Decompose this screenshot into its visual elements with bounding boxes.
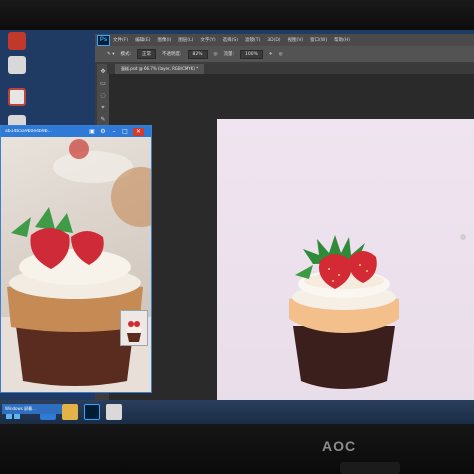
- monitor-bottom-bezel: [0, 424, 474, 474]
- cupcake-wrapper: [293, 326, 395, 389]
- airbrush-icon[interactable]: ✈: [269, 52, 273, 57]
- desktop-icon[interactable]: [4, 56, 30, 74]
- close-icon[interactable]: ✕: [133, 127, 144, 136]
- scroll-indicator[interactable]: [460, 234, 466, 240]
- menu-edit[interactable]: 编辑(E): [135, 37, 150, 43]
- flow-label: 流量:: [223, 52, 235, 57]
- mode-select[interactable]: 正常: [137, 49, 156, 59]
- pin-icon[interactable]: ▣: [88, 128, 96, 136]
- brush-tool-icon[interactable]: ✎: [99, 116, 107, 124]
- document-canvas[interactable]: [217, 119, 474, 419]
- mode-label: 模式:: [120, 52, 131, 57]
- flow-input[interactable]: 100%: [240, 49, 263, 59]
- notification-toast[interactable]: Windows 屏幕...: [2, 404, 62, 414]
- app-icon: [8, 32, 26, 50]
- windows-taskbar: [0, 400, 474, 424]
- photo-of-monitor: Ps 文件(F) 编辑(E) 图像(I) 图层(L) 文字(Y) 选择(S) 滤…: [0, 0, 474, 474]
- desktop-icon[interactable]: [4, 32, 30, 50]
- photo-viewer-window: ab14b5a9b0e4b9b... ▣ ⚙ – □ ✕: [0, 125, 152, 393]
- ps-menubar: Ps 文件(F) 编辑(E) 图像(I) 图层(L) 文字(Y) 选择(S) 滤…: [95, 34, 474, 46]
- menu-filter[interactable]: 滤镜(T): [245, 37, 260, 43]
- menu-help[interactable]: 帮助(H): [334, 37, 350, 43]
- menu-file[interactable]: 文件(F): [113, 37, 128, 43]
- opacity-label: 不透明度:: [162, 52, 182, 57]
- tablet-pressure-icon[interactable]: ◎: [279, 52, 283, 57]
- app-icon: [8, 88, 26, 106]
- cupcake-illustration: [289, 235, 399, 389]
- monitor-stand: [340, 462, 400, 474]
- document-tab[interactable]: 蛋糕.psd @ 66.7% (layer, RGB/CMYK) *: [115, 64, 205, 74]
- app-icon: [8, 56, 26, 74]
- lasso-tool-icon[interactable]: ◌: [99, 92, 107, 100]
- minimize-icon[interactable]: –: [110, 128, 118, 136]
- maximize-icon[interactable]: □: [121, 128, 129, 136]
- monitor-top-bezel: [0, 0, 474, 30]
- settings-icon[interactable]: ⚙: [99, 128, 107, 136]
- move-tool-icon[interactable]: ✥: [99, 68, 107, 76]
- opacity-input[interactable]: 82%: [187, 49, 208, 59]
- menu-type[interactable]: 文字(Y): [200, 37, 215, 43]
- marquee-tool-icon[interactable]: ▭: [99, 80, 107, 88]
- photoshop-icon[interactable]: [84, 404, 100, 420]
- monitor-brand-logo: AOC: [322, 438, 357, 454]
- folder-icon[interactable]: [62, 404, 78, 420]
- reference-cupcake-photo: [1, 139, 151, 392]
- menu-view[interactable]: 视图(V): [288, 37, 304, 43]
- thumbnail-image: [121, 311, 147, 345]
- reference-photo: [1, 137, 151, 392]
- navigator-thumbnail[interactable]: [120, 310, 148, 346]
- menu-3d[interactable]: 3D(D): [267, 38, 280, 43]
- menu-layer[interactable]: 图层(L): [178, 37, 193, 43]
- options-bar: ✎ ▾ 模式: 正常 不透明度: 82% ◎ 流量: 100% ✈ ◎: [95, 46, 474, 62]
- desktop-icon[interactable]: [4, 88, 30, 106]
- brush-tool-icon[interactable]: ✎ ▾: [107, 52, 114, 57]
- viewer-title: ab14b5a9b0e4b9b...: [5, 129, 52, 134]
- viewer-icon[interactable]: [106, 404, 122, 420]
- menu-image[interactable]: 图像(I): [157, 37, 171, 43]
- menu-select[interactable]: 选择(S): [223, 37, 238, 43]
- quick-select-tool-icon[interactable]: ⌖: [99, 104, 107, 112]
- viewer-title-bar[interactable]: ab14b5a9b0e4b9b... ▣ ⚙ – □ ✕: [1, 126, 151, 137]
- pressure-icon[interactable]: ◎: [214, 52, 218, 57]
- photoshop-logo-icon[interactable]: Ps: [97, 34, 110, 46]
- document-tab-bar: 蛋糕.psd @ 66.7% (layer, RGB/CMYK) *: [107, 64, 474, 74]
- pasteboard[interactable]: [109, 74, 474, 419]
- menu-window[interactable]: 窗口(W): [310, 37, 327, 43]
